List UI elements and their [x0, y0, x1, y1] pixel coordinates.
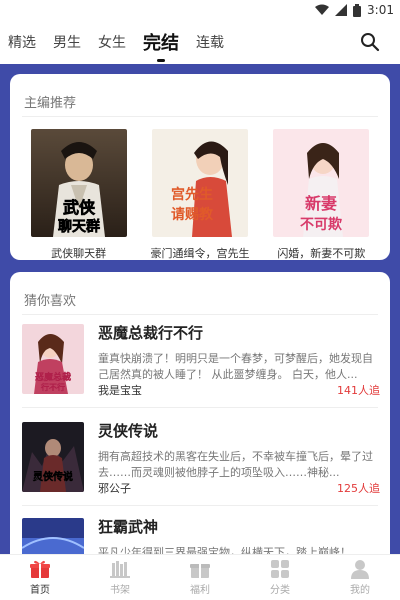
nav-bookshelf[interactable]: 书架	[80, 555, 160, 600]
nav-label: 书架	[110, 585, 130, 596]
divider	[22, 407, 378, 408]
book-card[interactable]: 武侠 聊天群 武侠聊天群	[24, 129, 134, 260]
bottom-nav: 首页 书架 福利 分类 我的	[0, 554, 400, 600]
book-cover: 武侠 聊天群	[30, 129, 127, 237]
book-title: 狂霸武神	[98, 518, 159, 536]
status-time: 3:01	[367, 3, 394, 17]
editor-picks-card: 主编推荐 武侠 聊天群 武侠聊天群 宫先生 请赐教 豪门通缉令，宫先生 新妻 不…	[10, 74, 390, 260]
divider	[22, 116, 378, 117]
nav-label: 福利	[190, 585, 210, 596]
book-title: 闪婚，新妻不可欺	[277, 247, 366, 260]
tab-featured[interactable]: 精选	[8, 32, 36, 52]
status-bar: 3:01	[0, 0, 400, 20]
user-icon	[351, 560, 369, 579]
svg-text:不可欺: 不可欺	[300, 216, 342, 233]
book-title: 恶魔总裁行不行	[98, 324, 204, 342]
svg-text:请赐教: 请赐教	[171, 206, 214, 223]
list-item[interactable]: 灵侠传说 灵侠传说 拥有高超技术的黑客在失业后，不幸被车撞飞后，晕了过去……而灵…	[22, 422, 380, 512]
nav-label: 分类	[270, 585, 290, 596]
tab-female[interactable]: 女生	[98, 32, 126, 52]
divider	[22, 314, 378, 315]
book-author: 我是宝宝	[98, 384, 142, 397]
book-title: 豪门通缉令，宫先生	[150, 247, 250, 260]
svg-text:恶魔总裁: 恶魔总裁	[35, 371, 71, 383]
book-cover: 灵侠传说	[22, 422, 84, 492]
svg-text:灵侠传说: 灵侠传说	[33, 470, 73, 483]
gift-box-icon	[190, 564, 210, 578]
book-info: 恶魔总裁行不行 童真快崩溃了！明明只是一个春梦，可梦醒后，她发现自己居然真的被人…	[98, 324, 380, 397]
book-card[interactable]: 宫先生 请赐教 豪门通缉令，宫先生	[145, 129, 255, 260]
nav-category[interactable]: 分类	[240, 555, 320, 600]
gift-icon	[30, 560, 50, 578]
editor-picks-grid: 武侠 聊天群 武侠聊天群 宫先生 请赐教 豪门通缉令，宫先生 新妻 不可欺 闪婚…	[10, 129, 390, 260]
svg-text:行不行: 行不行	[40, 382, 65, 392]
book-title: 灵侠传说	[98, 422, 159, 440]
book-title: 武侠聊天群	[51, 247, 107, 260]
book-cover: 新妻 不可欺	[273, 129, 370, 237]
tab-completed[interactable]: 完结	[143, 29, 179, 55]
category-tabs: 精选 男生 女生 完结 连载	[0, 20, 400, 64]
book-card[interactable]: 新妻 不可欺 闪婚，新妻不可欺	[266, 129, 376, 260]
svg-text:武侠: 武侠	[63, 198, 96, 217]
grid-icon	[271, 560, 289, 578]
svg-text:新妻: 新妻	[305, 194, 337, 213]
signal-icon	[335, 4, 348, 16]
book-cover: 宫先生 请赐教	[151, 129, 248, 237]
guess-you-like-card: 猜你喜欢 恶魔总裁 行不行 恶魔总裁行不行 童真快崩溃了！明明只是一个春梦，可梦…	[10, 272, 390, 572]
follower-count: 125人追	[337, 482, 380, 495]
list-item[interactable]: 恶魔总裁 行不行 恶魔总裁行不行 童真快崩溃了！明明只是一个春梦，可梦醒后，她发…	[22, 324, 380, 414]
follower-count: 141人追	[337, 384, 380, 397]
editor-picks-title: 主编推荐	[24, 96, 77, 111]
divider	[22, 505, 378, 506]
svg-text:聊天群: 聊天群	[58, 218, 100, 235]
book-cover: 恶魔总裁 行不行	[22, 324, 84, 394]
tab-serializing[interactable]: 连载	[196, 32, 224, 52]
guess-you-like-title: 猜你喜欢	[24, 294, 77, 309]
wifi-icon	[315, 4, 330, 16]
nav-mine[interactable]: 我的	[320, 555, 400, 600]
battery-icon	[353, 3, 362, 17]
search-icon[interactable]	[360, 32, 380, 52]
book-description: 童真快崩溃了！明明只是一个春梦，可梦醒后，她发现自己居然真的被人睡了！ 从此噩梦…	[98, 352, 373, 381]
book-description: 拥有高超技术的黑客在失业后，不幸被车撞飞后，晕了过去……而灵魂则被他脖子上的项坠…	[98, 450, 373, 479]
bookshelf-icon	[110, 561, 130, 578]
svg-text:宫先生: 宫先生	[171, 186, 213, 203]
nav-label: 首页	[30, 585, 50, 596]
nav-home[interactable]: 首页	[0, 555, 80, 600]
book-author: 邪公子	[98, 482, 131, 495]
tab-male[interactable]: 男生	[53, 32, 81, 52]
nav-label: 我的	[350, 585, 370, 596]
book-info: 灵侠传说 拥有高超技术的黑客在失业后，不幸被车撞飞后，晕了过去……而灵魂则被他脖…	[98, 422, 380, 495]
nav-welfare[interactable]: 福利	[160, 555, 240, 600]
